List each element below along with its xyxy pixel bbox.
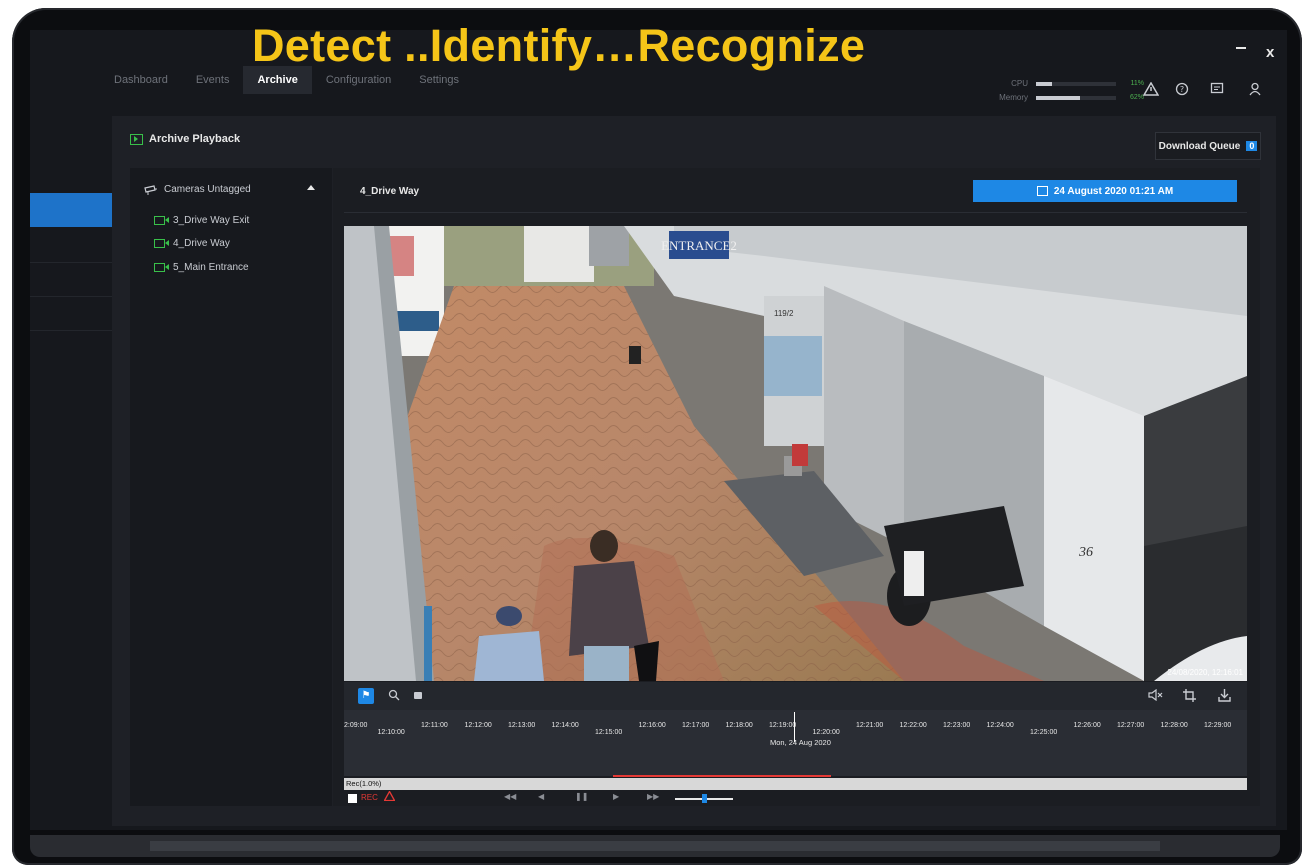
timeline-tick-label: 12:28:00 xyxy=(1160,722,1188,729)
snapshot-icon[interactable] xyxy=(412,689,424,704)
camera-item[interactable]: 4_Drive Way xyxy=(154,238,230,249)
message-icon[interactable] xyxy=(1210,82,1224,99)
cpu-meter: CPU 11% xyxy=(990,79,1144,88)
timeline-tick-label: 12:11:00 xyxy=(421,722,448,729)
cctv-icon xyxy=(144,184,157,195)
timeline-tick-label: 12:22:00 xyxy=(899,722,927,729)
step-back-icon[interactable]: ◀ xyxy=(538,792,544,801)
tab-dashboard[interactable]: Dashboard xyxy=(100,66,182,94)
date-picker-button[interactable]: 24 August 2020 01:21 AM xyxy=(973,180,1237,202)
playback-bar xyxy=(344,790,1247,806)
collapse-arrow-icon[interactable] xyxy=(307,185,315,190)
fast-forward-icon[interactable]: ▶▶ xyxy=(647,792,659,801)
timeline-tick-label: 12:17:00 xyxy=(682,722,710,729)
timeline-tick-label: 2:09:00 xyxy=(344,722,368,729)
download-queue-count: 0 xyxy=(1246,141,1258,151)
close-button[interactable]: x xyxy=(1266,44,1274,61)
timeline-tick-label: 12:16:00 xyxy=(638,722,666,729)
tab-configuration[interactable]: Configuration xyxy=(312,66,405,94)
rewind-icon[interactable]: ◀◀ xyxy=(504,792,516,801)
crop-icon[interactable] xyxy=(1183,689,1196,705)
memory-label: Memory xyxy=(999,93,1028,102)
sidebar-item[interactable] xyxy=(30,296,112,331)
camera-icon xyxy=(154,216,169,225)
archive-title-text: Archive Playback xyxy=(149,133,241,145)
timeline-tick-label: 12:19:00 xyxy=(769,722,797,729)
memory-meter: Memory 62% xyxy=(990,93,1144,102)
sidebar-item-active[interactable] xyxy=(30,193,112,227)
timeline-tick-label: 12:10:00 xyxy=(377,729,405,736)
sidebar-item[interactable] xyxy=(30,262,112,297)
timeline-tick-label: 12:23:00 xyxy=(943,722,971,729)
date-picker-label: 24 August 2020 01:21 AM xyxy=(1053,185,1174,197)
door-number: 119/2 xyxy=(774,309,794,318)
video-feed[interactable]: ENTRANCE2 119/2 36 24/08/2020, 12:16:01 xyxy=(344,226,1247,681)
divider xyxy=(344,212,1247,213)
timeline-tick-label: 12:24:00 xyxy=(986,722,1014,729)
bookmark-flag-button[interactable]: ⚑ xyxy=(358,688,374,704)
warning-icon[interactable] xyxy=(1142,81,1160,99)
cpu-label: CPU xyxy=(1011,79,1028,88)
timeline-tick-label: 12:21:00 xyxy=(856,722,884,729)
camera-group[interactable]: Cameras Untagged xyxy=(144,184,251,195)
playback-icon xyxy=(130,133,143,145)
cpu-percent: 11% xyxy=(1130,80,1145,87)
video-timestamp: 24/08/2020, 12:16:01 xyxy=(1167,668,1243,677)
camera-item[interactable]: 3_Drive Way Exit xyxy=(154,215,249,226)
video-frame: ENTRANCE2 119/2 36 xyxy=(344,226,1247,681)
timeline-tick-label: 12:20:00 xyxy=(812,729,840,736)
wall-number: 36 xyxy=(1078,545,1093,560)
tab-events[interactable]: Events xyxy=(182,66,244,94)
timeline-tick-label: 12:25:00 xyxy=(1030,729,1058,736)
archive-title: Archive Playback xyxy=(130,133,240,145)
tab-archive[interactable]: Archive xyxy=(243,66,312,94)
play-icon[interactable]: ▶ xyxy=(613,792,619,801)
rec-status: REC xyxy=(361,793,378,802)
recording-bar[interactable] xyxy=(344,778,1247,790)
main-nav: Dashboard Events Archive Configuration S… xyxy=(100,60,473,100)
camera-group-label: Cameras Untagged xyxy=(164,184,251,195)
download-queue-label: Download Queue xyxy=(1158,140,1241,152)
user-icon[interactable] xyxy=(1248,82,1262,99)
rec-checkbox[interactable] xyxy=(348,794,357,803)
timeline-tick-label: 12:14:00 xyxy=(551,722,579,729)
calendar-icon xyxy=(1036,186,1048,196)
camera-item[interactable]: 5_Main Entrance xyxy=(154,262,249,273)
sidebar-item[interactable] xyxy=(30,228,112,263)
mute-icon[interactable] xyxy=(1148,688,1164,704)
camera-label: 3_Drive Way Exit xyxy=(173,215,250,226)
recording-percent: Rec(1.0%) xyxy=(346,779,382,788)
timeline-tick-label: 12:26:00 xyxy=(1073,722,1101,729)
laptop-base xyxy=(30,835,1280,857)
timeline-tick-label: 12:29:00 xyxy=(1204,722,1232,729)
minimize-button[interactable] xyxy=(1236,47,1246,49)
help-icon[interactable]: ? xyxy=(1175,82,1189,99)
timeline-date: Mon, 24 Aug 2020 xyxy=(770,738,831,747)
timeline-tick-label: 12:18:00 xyxy=(725,722,753,729)
memory-percent: 62% xyxy=(1129,94,1144,101)
camera-label: 5_Main Entrance xyxy=(173,262,249,273)
video-control-bar xyxy=(344,682,1247,710)
speed-slider-knob[interactable] xyxy=(702,794,707,803)
viewer-camera-title: 4_Drive Way xyxy=(360,186,420,197)
entrance-sign: ENTRANCE2 xyxy=(661,238,737,253)
download-icon[interactable] xyxy=(1218,689,1231,705)
timeline-tick-label: 12:12:00 xyxy=(464,722,492,729)
download-queue-button[interactable]: Download Queue 0 xyxy=(1155,132,1261,160)
timeline-tick-label: 12:15:00 xyxy=(595,729,623,736)
camera-icon xyxy=(154,239,169,248)
svg-text:?: ? xyxy=(1180,85,1184,94)
camera-icon xyxy=(154,263,169,272)
pause-icon[interactable]: ❚❚ xyxy=(575,792,588,801)
recording-segment xyxy=(613,775,831,777)
timeline-tick-label: 12:27:00 xyxy=(1117,722,1145,729)
search-icon[interactable] xyxy=(388,689,400,704)
camera-label: 4_Drive Way xyxy=(173,238,230,249)
timeline-tick-label: 12:13:00 xyxy=(508,722,536,729)
tab-settings[interactable]: Settings xyxy=(405,66,473,94)
alert-icon[interactable] xyxy=(383,790,396,803)
